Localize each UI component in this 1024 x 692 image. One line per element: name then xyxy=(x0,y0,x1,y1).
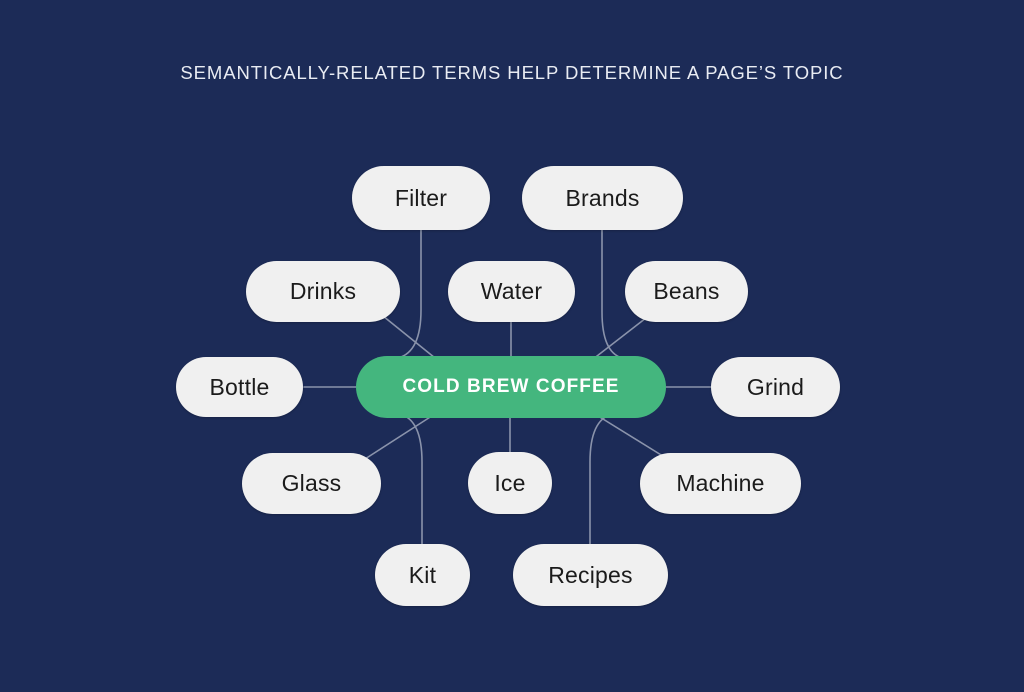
node-label-glass: Glass xyxy=(281,470,342,496)
node-label-machine: Machine xyxy=(676,470,765,496)
edge-hub-filter xyxy=(397,229,422,359)
node-filter[interactable]: Filter xyxy=(352,166,490,230)
diagram-canvas: SEMANTICALLY-RELATED TERMS HELP DETERMIN… xyxy=(0,0,1024,692)
node-label-filter: Filter xyxy=(394,184,448,211)
edge-hub-recipes xyxy=(589,413,613,545)
node-water[interactable]: Water xyxy=(448,261,575,322)
node-bottle[interactable]: Bottle xyxy=(176,357,303,417)
hub-node-label: COLD BREW COFFEE xyxy=(402,376,620,397)
node-label-recipes: Recipes xyxy=(548,561,633,588)
node-glass[interactable]: Glass xyxy=(242,453,381,514)
node-label-ice: Ice xyxy=(494,469,526,496)
connector-lines xyxy=(303,229,713,545)
node-brands[interactable]: Brands xyxy=(522,166,683,230)
node-label-drinks: Drinks xyxy=(289,278,357,304)
node-recipes[interactable]: Recipes xyxy=(513,544,668,606)
node-label-brands: Brands xyxy=(565,184,640,211)
hub-node-cold-brew-coffee[interactable]: COLD BREW COFFEE xyxy=(356,356,666,418)
node-beans[interactable]: Beans xyxy=(625,261,748,322)
node-label-kit: Kit xyxy=(408,561,437,588)
node-ice[interactable]: Ice xyxy=(468,452,552,514)
node-machine[interactable]: Machine xyxy=(640,453,801,514)
node-label-grind: Grind xyxy=(746,373,805,400)
edge-hub-machine xyxy=(589,410,667,459)
node-grind[interactable]: Grind xyxy=(711,357,840,417)
node-label-water: Water xyxy=(480,278,543,304)
node-label-bottle: Bottle xyxy=(209,373,270,400)
node-label-beans: Beans xyxy=(653,278,720,304)
node-kit[interactable]: Kit xyxy=(375,544,470,606)
node-drinks[interactable]: Drinks xyxy=(246,261,400,322)
edge-hub-glass xyxy=(364,411,439,460)
